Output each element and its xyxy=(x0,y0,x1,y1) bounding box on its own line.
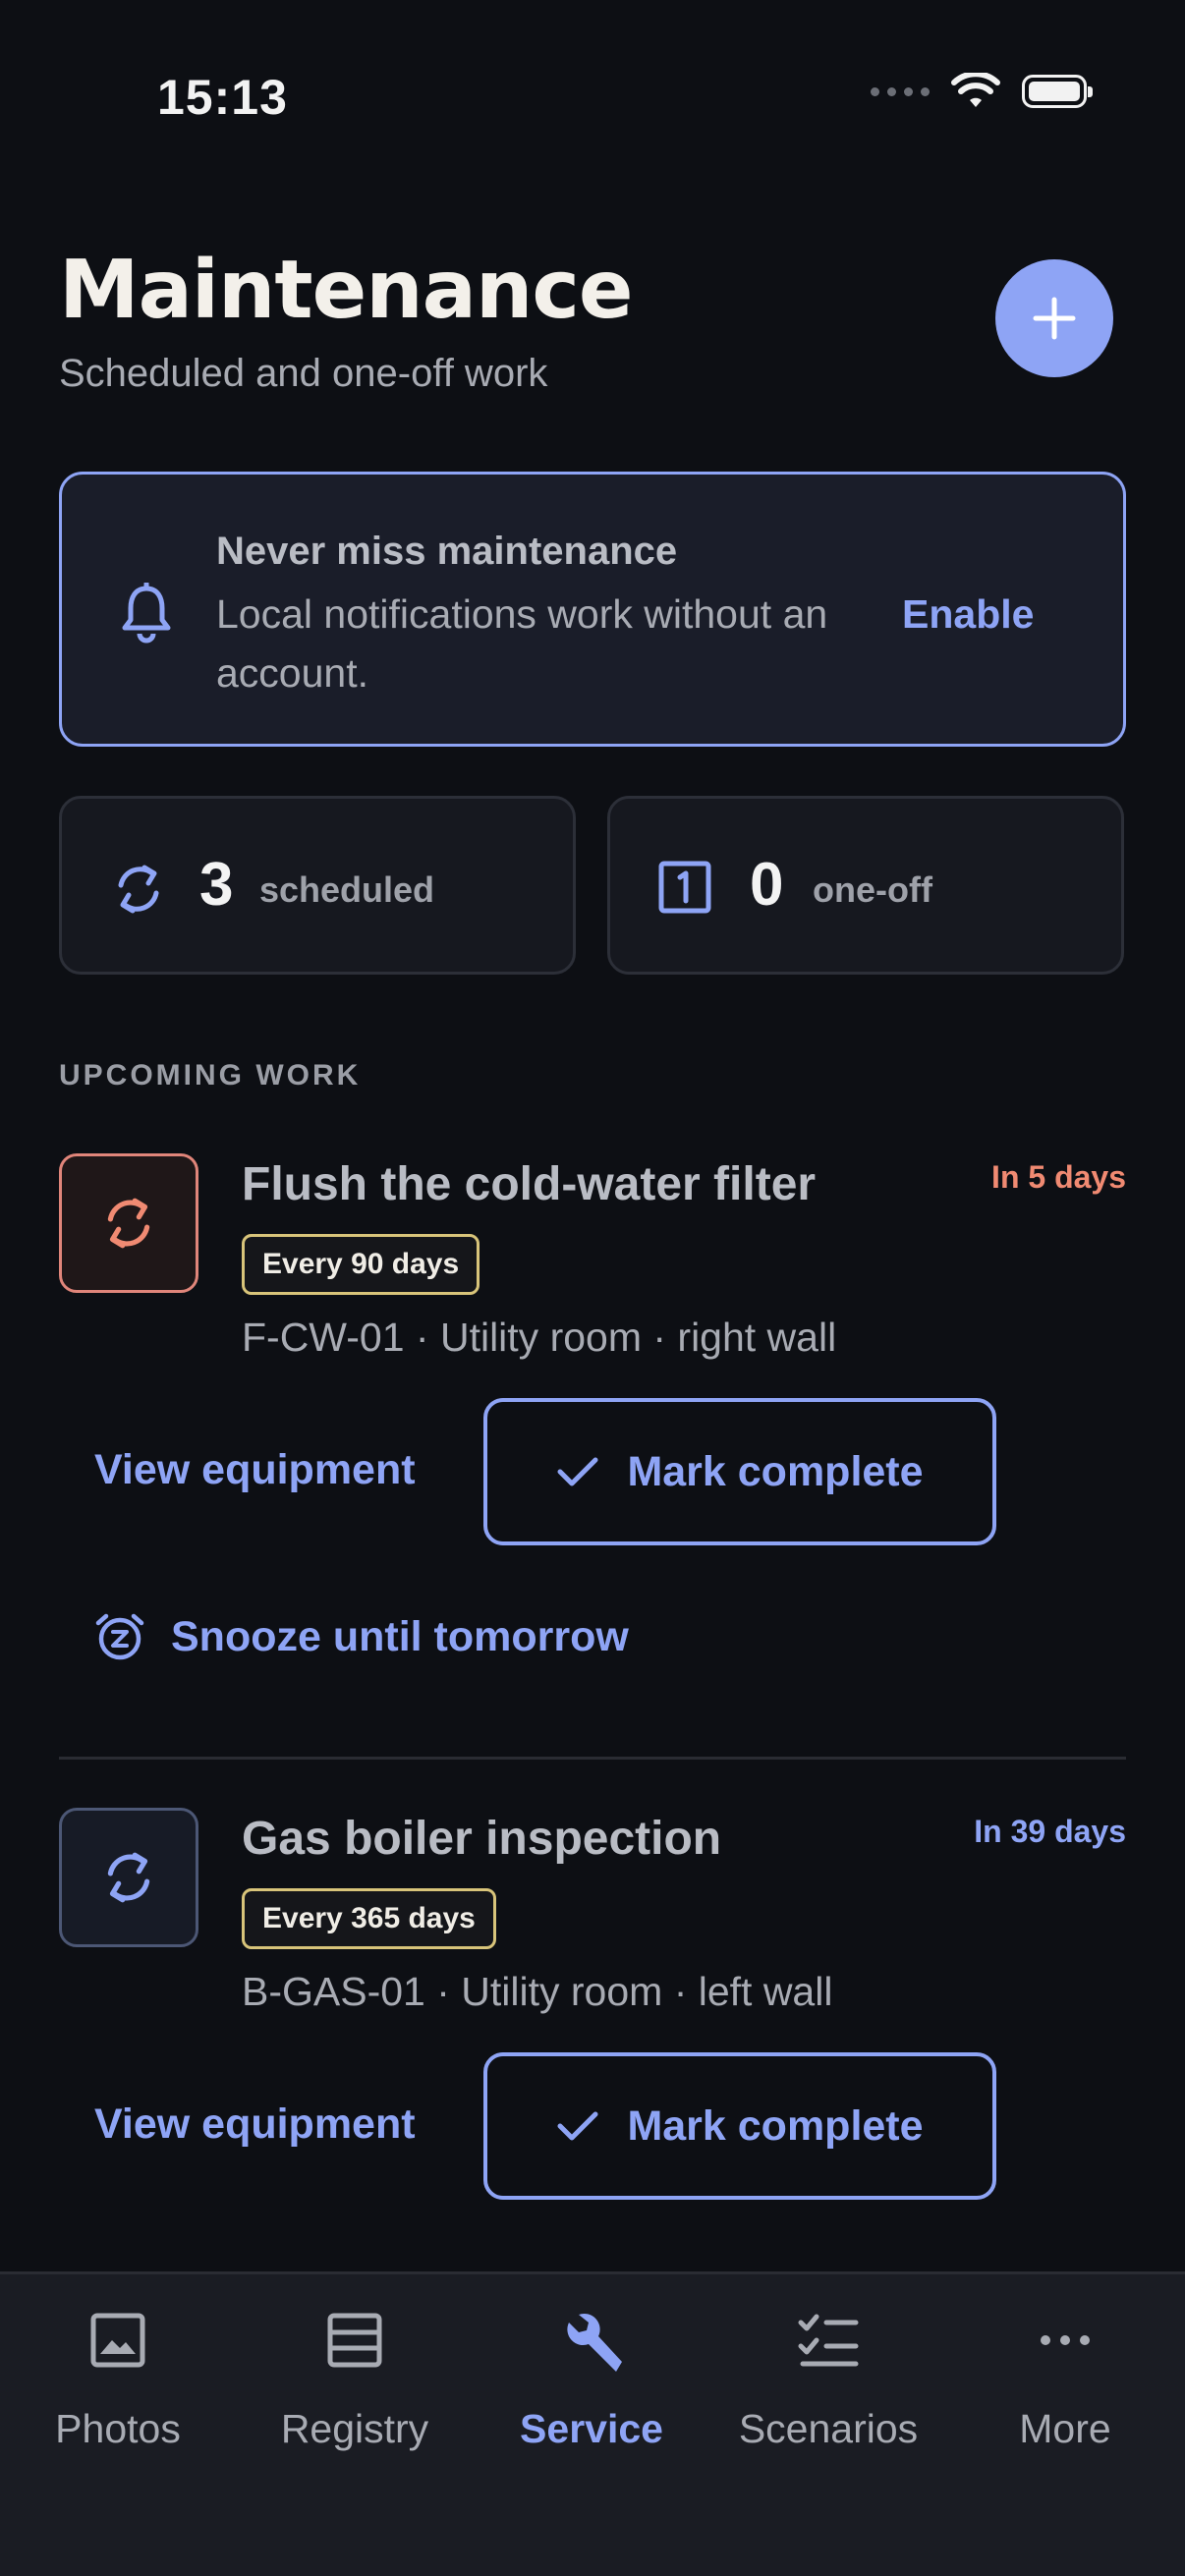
snooze-button[interactable]: Snooze until tomorrow xyxy=(94,1611,629,1662)
mark-complete-button[interactable]: Mark complete xyxy=(483,2052,996,2200)
battery-icon xyxy=(1022,75,1093,108)
task-due: In 39 days xyxy=(974,1814,1126,1849)
list-box-icon xyxy=(327,2313,382,2368)
scheduled-stat[interactable]: 3 scheduled xyxy=(59,796,576,975)
task-location: B-GAS-01 · Utility room · left wall xyxy=(242,1969,833,2014)
bell-icon xyxy=(122,583,171,644)
task-type-icon xyxy=(59,1153,198,1293)
page-title: Maintenance xyxy=(59,244,634,337)
page-subtitle: Scheduled and one-off work xyxy=(59,352,548,395)
scheduled-label: scheduled xyxy=(259,869,435,910)
one-off-label: one-off xyxy=(813,869,932,910)
frequency-badge: Every 90 days xyxy=(242,1234,480,1295)
mark-complete-button[interactable]: Mark complete xyxy=(483,1398,996,1545)
mark-complete-label: Mark complete xyxy=(627,2101,924,2150)
tab-label: Registry xyxy=(280,2406,429,2451)
snooze-label: Snooze until tomorrow xyxy=(171,1612,629,1660)
repeat-icon xyxy=(107,1852,150,1903)
section-heading: UPCOMING WORK xyxy=(59,1059,362,1092)
wrench-icon xyxy=(567,2313,622,2372)
one-box-icon xyxy=(658,861,711,914)
notification-banner: Never miss maintenance Local notificatio… xyxy=(59,472,1126,747)
mark-complete-label: Mark complete xyxy=(627,1447,924,1495)
check-icon xyxy=(557,2111,598,2141)
image-icon xyxy=(90,2313,145,2368)
checklist-icon xyxy=(798,2314,859,2367)
add-button[interactable] xyxy=(995,259,1113,377)
banner-title: Never miss maintenance xyxy=(216,530,678,573)
banner-body: Local notifications work without an acco… xyxy=(216,591,828,696)
task-due: In 5 days xyxy=(991,1159,1126,1195)
view-equipment-button[interactable]: View equipment xyxy=(94,1446,416,1494)
view-equipment-button[interactable]: View equipment xyxy=(94,2100,416,2149)
repeat-icon xyxy=(107,1198,150,1249)
task-type-icon xyxy=(59,1808,198,1947)
bottom-nav: Photos Registry Service Scenarios More xyxy=(0,2271,1185,2576)
tab-label: Photos xyxy=(55,2406,181,2451)
more-icon xyxy=(1041,2335,1090,2345)
scheduled-count: 3 xyxy=(199,851,234,919)
task-location: F-CW-01 · Utility room · right wall xyxy=(242,1315,837,1360)
one-off-stat[interactable]: 0 one-off xyxy=(607,796,1124,975)
task-title[interactable]: Gas boiler inspection xyxy=(242,1812,721,1866)
task-title[interactable]: Flush the cold-water filter xyxy=(242,1157,816,1211)
enable-notifications-button[interactable]: Enable xyxy=(902,585,1034,644)
tab-label: More xyxy=(1019,2406,1111,2451)
check-icon xyxy=(557,1457,598,1486)
tab-label: Scenarios xyxy=(738,2406,919,2451)
frequency-badge: Every 365 days xyxy=(242,1888,496,1949)
snooze-alarm-icon xyxy=(95,1613,144,1660)
status-icons xyxy=(871,73,1093,110)
plus-icon xyxy=(1033,297,1076,340)
one-off-count: 0 xyxy=(750,851,784,919)
status-time: 15:13 xyxy=(157,70,288,125)
repeat-icon xyxy=(118,865,159,914)
task-divider xyxy=(59,1757,1126,1760)
signal-icon xyxy=(871,86,930,96)
tab-label: Service xyxy=(520,2406,663,2451)
wifi-icon xyxy=(951,73,1000,107)
